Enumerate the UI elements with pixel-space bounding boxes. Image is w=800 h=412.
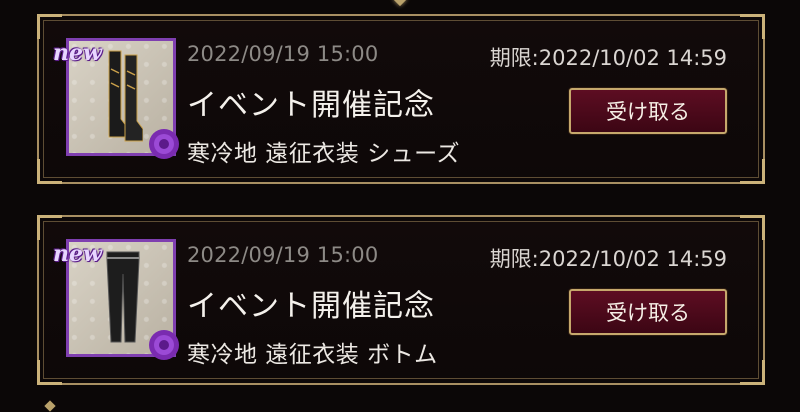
notice-date: 2022/09/19 15:00 [187, 243, 379, 267]
frame-corner [740, 159, 765, 184]
frame-corner [740, 215, 765, 240]
frame-corner [740, 14, 765, 39]
frame-corner [37, 215, 62, 240]
notice-title: イベント開催記念 [187, 88, 435, 123]
gift-notice-card: new 2022/09/19 15:00 期限:2022/10/02 14:59… [37, 215, 765, 385]
notice-item-name: 寒冷地 遠征衣装 シューズ [187, 141, 460, 167]
boots-icon [108, 50, 143, 142]
notice-item-name: 寒冷地 遠征衣装 ボトム [187, 342, 438, 368]
top-ornament [0, 0, 800, 8]
pants-icon [106, 251, 140, 343]
frame-corner [740, 360, 765, 385]
claim-button[interactable]: 受け取る [569, 88, 727, 134]
notice-date: 2022/09/19 15:00 [187, 42, 379, 66]
frame-corner [37, 360, 62, 385]
ornament-diamond-icon [392, 0, 408, 7]
gift-notice-card: new 2022/09/19 15:00 期限:2022/10/02 14:59… [37, 14, 765, 184]
bottom-ornament [30, 400, 770, 412]
frame-corner [37, 14, 62, 39]
notice-deadline: 期限:2022/10/02 14:59 [489, 247, 727, 271]
notice-deadline: 期限:2022/10/02 14:59 [489, 46, 727, 70]
rose-icon [149, 129, 179, 159]
new-badge: new [53, 241, 102, 267]
rose-icon [149, 330, 179, 360]
notice-title: イベント開催記念 [187, 289, 435, 324]
new-badge: new [53, 40, 102, 66]
frame-corner [37, 159, 62, 184]
claim-button[interactable]: 受け取る [569, 289, 727, 335]
